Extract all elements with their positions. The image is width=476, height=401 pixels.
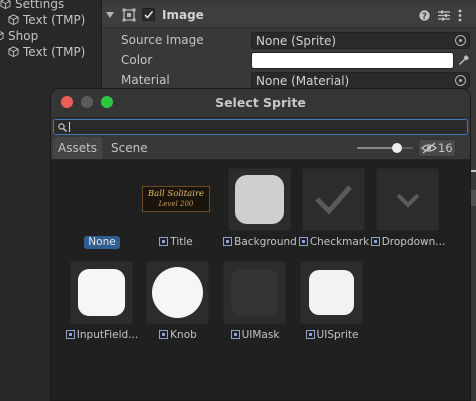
search-input[interactable] xyxy=(53,119,468,135)
sprite-icon xyxy=(223,237,233,246)
hierarchy-item-label: Settings xyxy=(15,0,65,11)
sprite-icon xyxy=(305,330,315,339)
tab-assets[interactable]: Assets xyxy=(53,137,103,159)
knob-thumbnail xyxy=(152,267,203,318)
object-picker-icon[interactable] xyxy=(455,35,466,46)
material-field[interactable]: None (Material) xyxy=(251,72,470,89)
hierarchy-item-shop[interactable]: Shop xyxy=(0,28,38,44)
hierarchy-item-text-tmp[interactable]: Text (TMP) xyxy=(8,44,85,60)
material-label: Material xyxy=(121,73,170,87)
image-component-header[interactable]: Image ? xyxy=(102,5,476,28)
title-image-subtext: Level 200 xyxy=(158,200,194,208)
asset-label: Checkmark xyxy=(293,236,375,249)
chevron-down-thumbnail-icon xyxy=(396,193,420,208)
sprite-icon xyxy=(159,330,169,339)
asset-label-text: InputField... xyxy=(76,329,139,341)
zoom-slider-fill xyxy=(357,147,397,149)
search-icon xyxy=(58,123,67,132)
hierarchy-item-settings[interactable]: Settings xyxy=(0,0,64,12)
thumbnail-frame xyxy=(223,261,286,324)
asset-label: Knob xyxy=(137,329,219,342)
color-label: Color xyxy=(121,53,153,67)
presets-icon[interactable] xyxy=(438,10,450,21)
dialog-title: Select Sprite xyxy=(215,95,306,110)
color-field[interactable] xyxy=(251,52,454,69)
tab-label: Scene xyxy=(111,141,148,155)
eye-hidden-icon xyxy=(421,142,437,154)
text-cursor xyxy=(69,122,70,132)
asset-label-text: Background xyxy=(234,236,297,248)
title-thumbnail: Ball Solitaire Level 200 xyxy=(142,186,210,212)
gameobject-icon xyxy=(0,0,11,9)
thumbnail-frame xyxy=(376,168,439,231)
asset-label: Dropdown... xyxy=(367,236,449,249)
asset-label-text: UISprite xyxy=(316,329,359,341)
asset-label: InputField... xyxy=(61,329,143,342)
asset-label: UIMask xyxy=(214,329,296,342)
select-sprite-dialog: Select Sprite Assets Scene 16 None Ball … xyxy=(50,88,471,401)
uisprite-thumbnail xyxy=(309,270,354,315)
title-image-text: Ball Solitaire xyxy=(147,189,205,199)
component-enabled-checkbox[interactable] xyxy=(142,8,155,21)
source-image-field[interactable]: None (Sprite) xyxy=(251,32,470,49)
sprite-icon xyxy=(298,237,308,246)
visibility-toggle[interactable]: 16 xyxy=(418,139,456,157)
gameobject-icon xyxy=(8,14,19,25)
sprite-icon xyxy=(370,237,380,246)
zoom-slider-knob[interactable] xyxy=(392,143,402,153)
thumbnail-frame xyxy=(146,261,209,324)
sprite-icon xyxy=(230,330,240,339)
tab-label: Assets xyxy=(58,141,98,155)
component-title: Image xyxy=(162,8,204,22)
help-icon[interactable]: ? xyxy=(419,10,430,21)
asset-label: Background xyxy=(219,236,301,249)
thumbnail-frame xyxy=(228,168,291,231)
asset-label: None xyxy=(84,236,120,249)
checkmark-icon xyxy=(144,10,154,19)
source-image-value: None (Sprite) xyxy=(256,34,337,48)
asset-label-text: Knob xyxy=(170,329,197,341)
thumbnail-frame xyxy=(70,261,133,324)
tab-scene[interactable]: Scene xyxy=(106,137,153,159)
hierarchy-item-label: Shop xyxy=(8,29,39,43)
thumbnail-frame xyxy=(302,168,365,231)
asset-label: UISprite xyxy=(291,329,373,342)
asset-label: Title xyxy=(135,236,217,249)
kebab-menu-icon[interactable] xyxy=(458,9,462,22)
zoom-slider[interactable] xyxy=(357,143,413,153)
hierarchy-item-label: Text (TMP) xyxy=(23,13,86,27)
material-value: None (Material) xyxy=(256,74,350,88)
gameobject-icon xyxy=(0,31,4,41)
asset-label-text: Checkmark xyxy=(309,236,370,248)
visible-count: 16 xyxy=(438,141,453,155)
inputfield-thumbnail xyxy=(78,269,125,316)
asset-label-text: Title xyxy=(170,236,193,248)
sprite-icon xyxy=(159,237,169,246)
source-image-label: Source Image xyxy=(121,33,204,47)
uimask-thumbnail xyxy=(231,269,278,316)
asset-tabs: Assets Scene 16 xyxy=(51,137,470,160)
asset-label-text: Dropdown... xyxy=(381,236,446,248)
sprite-icon xyxy=(65,330,75,339)
gameobject-icon xyxy=(8,46,19,57)
hierarchy-item-label: Text (TMP) xyxy=(23,45,86,59)
sprite-grid: None Ball Solitaire Level 200 Title Back… xyxy=(51,160,470,400)
object-picker-icon[interactable] xyxy=(455,75,466,86)
asset-label-text: UIMask xyxy=(241,329,280,341)
foldout-arrow-icon[interactable] xyxy=(106,11,115,20)
dialog-titlebar[interactable]: Select Sprite xyxy=(51,89,470,118)
image-component-icon xyxy=(122,8,136,22)
eyedropper-icon[interactable] xyxy=(458,54,470,66)
background-thumbnail xyxy=(235,175,284,224)
thumbnail-frame xyxy=(300,261,363,324)
svg-text:?: ? xyxy=(422,12,427,21)
checkmark-thumbnail-icon xyxy=(315,185,352,215)
hierarchy-item-text-tmp[interactable]: Text (TMP) xyxy=(8,12,85,28)
